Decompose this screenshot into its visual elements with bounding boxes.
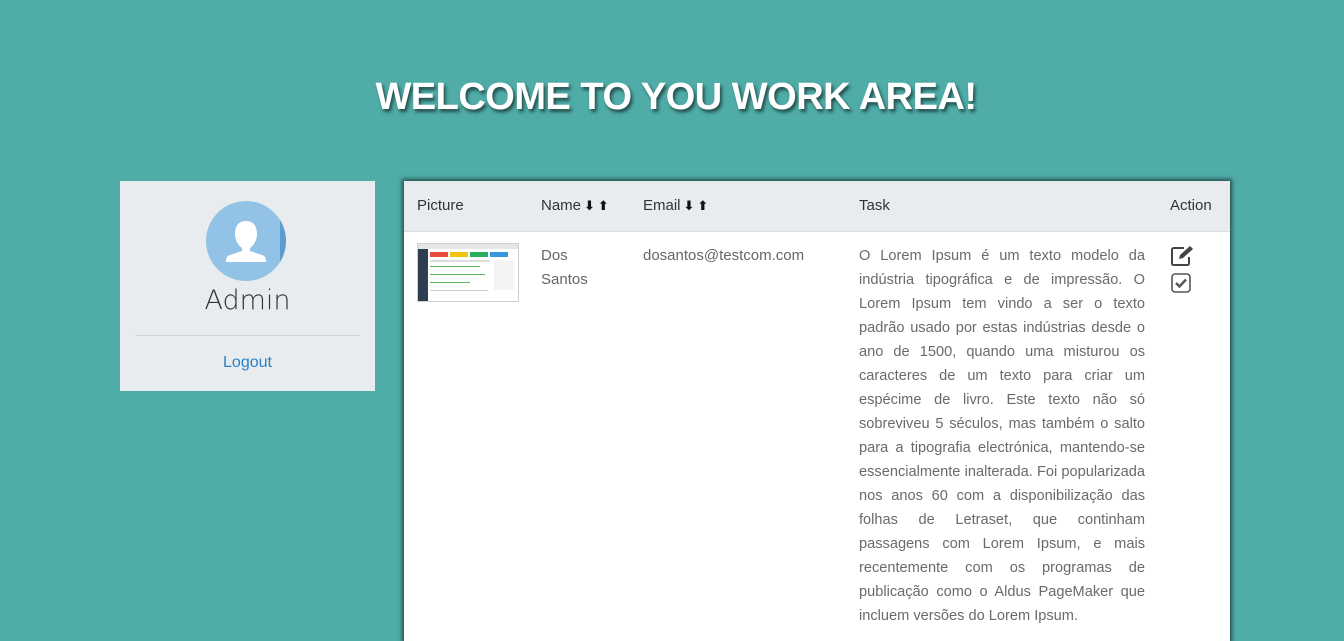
screenshot-thumbnail-image: [418, 244, 518, 301]
column-header-name-label: Name: [541, 197, 582, 214]
check-icon[interactable]: [1171, 273, 1191, 298]
sort-email-desc-icon[interactable]: ⬇: [684, 198, 695, 213]
task-owner-last-name: Santos: [541, 271, 588, 288]
avatar: [206, 201, 286, 281]
task-owner-name: Dos Santos: [541, 244, 588, 292]
profile-divider: [135, 335, 360, 336]
column-header-picture: Picture: [417, 197, 464, 214]
column-header-email: Email ⬇ ⬆: [643, 197, 708, 214]
task-description: O Lorem Ipsum é um texto modelo da indús…: [859, 248, 1145, 624]
column-header-name: Name ⬇ ⬆: [541, 197, 609, 214]
task-picture-thumbnail[interactable]: [417, 243, 519, 302]
task-owner-email: dosantos@testcom.com: [643, 247, 805, 264]
sort-name-asc-icon[interactable]: ⬆: [598, 198, 609, 213]
edit-icon[interactable]: [1170, 245, 1196, 272]
profile-name: Admin: [204, 285, 291, 316]
sort-name-desc-icon[interactable]: ⬇: [584, 198, 595, 213]
task-owner-first-name: Dos: [541, 247, 568, 264]
user-icon: [226, 221, 266, 262]
task-table: Picture Name ⬇ ⬆ Email ⬇ ⬆ Task Action D…: [404, 181, 1230, 641]
table-header: Picture Name ⬇ ⬆ Email ⬇ ⬆ Task Action: [404, 181, 1230, 232]
profile-card: Admin Logout: [120, 181, 375, 391]
column-header-action: Action: [1170, 197, 1212, 214]
sort-email-asc-icon[interactable]: ⬆: [697, 198, 708, 213]
column-header-email-label: Email: [643, 197, 681, 214]
logout-link[interactable]: Logout: [120, 354, 375, 372]
column-header-task: Task: [859, 197, 890, 214]
page-title: WELCOME TO YOU WORK AREA!: [375, 76, 977, 118]
